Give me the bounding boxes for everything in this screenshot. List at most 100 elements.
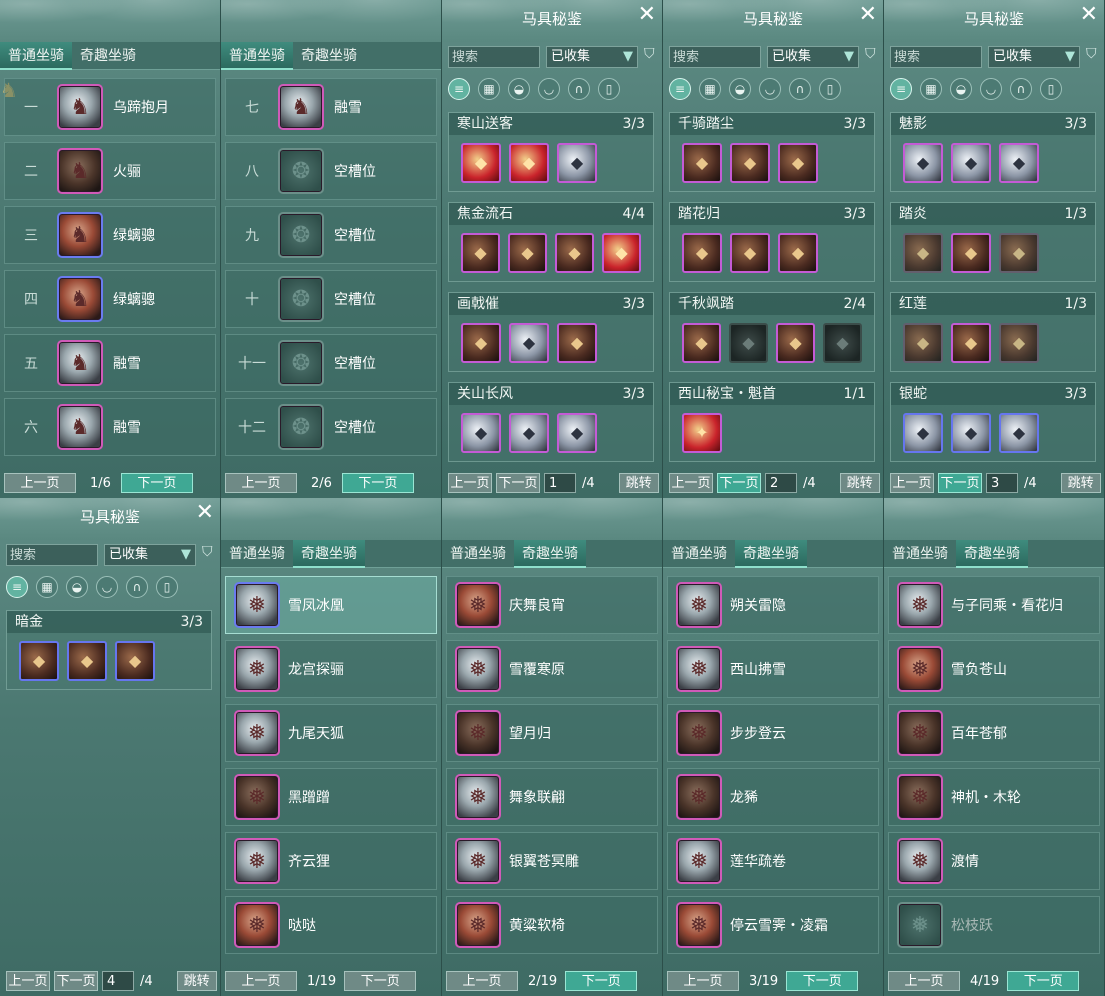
saddle-icon[interactable]: ◒ — [950, 78, 972, 100]
set-item-icon[interactable]: ◆ — [903, 233, 943, 273]
close-icon[interactable]: ✕ — [196, 502, 214, 524]
mount-slot[interactable]: 三 ♞ 绿螭骢 — [4, 206, 216, 264]
mount-slot[interactable]: 四 ♞ 绿螭骢 — [4, 270, 216, 328]
equipment-set[interactable]: 千秋飒踏 2/4 ◆ ◆ ◆ ◆ — [669, 292, 875, 372]
equipment-set[interactable]: 千骑踏尘 3/3 ◆ ◆ ◆ — [669, 112, 875, 192]
equipment-set[interactable]: 画戟催 3/3 ◆ ◆ ◆ — [448, 292, 654, 372]
tab-normal-mounts[interactable]: 普通坐骑 — [442, 540, 514, 568]
next-page-button[interactable]: 下一页 — [344, 971, 417, 991]
tab-fun-mounts[interactable]: 奇趣坐骑 — [514, 540, 586, 568]
scroll-icon[interactable]: ▯ — [819, 78, 841, 100]
fun-mount-slot[interactable]: ❅ 雪负苍山 — [888, 640, 1100, 698]
equipment-set[interactable]: 魅影 3/3 ◆ ◆ ◆ — [890, 112, 1096, 192]
mount-slot[interactable]: 十二 ❂ 空槽位 — [225, 398, 437, 456]
saddle-icon[interactable]: ◒ — [66, 576, 88, 598]
fun-mount-slot[interactable]: ❅ 黄粱软椅 — [446, 896, 658, 954]
filter-icon[interactable]: ⛉ — [1086, 46, 1097, 62]
armor-icon[interactable]: ◡ — [980, 78, 1002, 100]
fun-mount-slot[interactable]: ❅ 雪凤冰凰 — [225, 576, 437, 634]
set-item-icon[interactable]: ◆ — [778, 233, 818, 273]
set-item-icon[interactable]: ◆ — [509, 323, 549, 363]
fun-mount-slot[interactable]: ❅ 舞象联翩 — [446, 768, 658, 826]
scroll-icon[interactable]: ▯ — [156, 576, 178, 598]
set-item-icon[interactable]: ◆ — [951, 413, 991, 453]
set-item-icon[interactable]: ◆ — [776, 323, 815, 363]
prev-page-button[interactable]: 上一页 — [225, 971, 297, 991]
fun-mount-slot[interactable]: ❅ 黑蹭蹭 — [225, 768, 437, 826]
mount-slot[interactable]: 七 ♞ 融雪 — [225, 78, 437, 136]
fun-mount-slot[interactable]: ❅ 渡情 — [888, 832, 1100, 890]
scroll-icon[interactable]: ▯ — [598, 78, 620, 100]
set-item-icon[interactable]: ◆ — [682, 143, 722, 183]
set-item-icon[interactable]: ◆ — [778, 143, 818, 183]
close-icon[interactable]: ✕ — [1080, 4, 1098, 26]
tab-fun-mounts[interactable]: 奇趣坐骑 — [293, 540, 365, 568]
mount-slot[interactable]: 十 ❂ 空槽位 — [225, 270, 437, 328]
prev-page-button[interactable]: 上一页 — [446, 971, 518, 991]
set-item-icon[interactable]: ◆ — [461, 233, 500, 273]
fun-mount-slot[interactable]: ❅ 与子同乘・看花归 — [888, 576, 1100, 634]
list-icon[interactable]: ≡ — [669, 78, 691, 100]
collection-filter-select[interactable]: 已收集 ▼ — [546, 46, 638, 68]
fun-mount-slot[interactable]: ❅ 步步登云 — [667, 704, 879, 762]
set-item-icon[interactable]: ◆ — [730, 143, 770, 183]
fun-mount-slot[interactable]: ❅ 百年苍郁 — [888, 704, 1100, 762]
mount-slot[interactable]: 九 ❂ 空槽位 — [225, 206, 437, 264]
fun-mount-slot[interactable]: ❅ 莲华疏卷 — [667, 832, 879, 890]
list-icon[interactable]: ≡ — [448, 78, 470, 100]
next-page-button[interactable]: 下一页 — [1007, 971, 1080, 991]
jump-button[interactable]: 跳转 — [618, 473, 659, 493]
grid-icon[interactable]: ▦ — [36, 576, 58, 598]
set-item-icon[interactable]: ◆ — [555, 233, 594, 273]
tab-fun-mounts[interactable]: 奇趣坐骑 — [735, 540, 807, 568]
next-page-button[interactable]: 下一页 — [938, 473, 982, 493]
prev-page-button[interactable]: 上一页 — [888, 971, 960, 991]
jump-button[interactable]: 跳转 — [176, 971, 217, 991]
set-item-icon[interactable]: ◆ — [999, 413, 1039, 453]
tab-normal-mounts[interactable]: 普通坐骑 — [884, 540, 956, 568]
page-number-input[interactable] — [544, 473, 576, 493]
equipment-set[interactable]: 银蛇 3/3 ◆ ◆ ◆ — [890, 382, 1096, 462]
set-item-icon[interactable]: ◆ — [951, 143, 991, 183]
set-item-icon[interactable]: ◆ — [999, 143, 1039, 183]
prev-page-button[interactable]: 上一页 — [4, 473, 76, 493]
set-item-icon[interactable]: ◆ — [461, 323, 501, 363]
next-page-button[interactable]: 下一页 — [341, 473, 414, 493]
set-item-icon[interactable]: ◆ — [461, 413, 501, 453]
next-page-button[interactable]: 下一页 — [786, 971, 859, 991]
next-page-button[interactable]: 下一页 — [717, 473, 761, 493]
tab-fun-mounts[interactable]: 奇趣坐骑 — [293, 42, 365, 70]
jump-button[interactable]: 跳转 — [839, 473, 880, 493]
jump-button[interactable]: 跳转 — [1060, 473, 1101, 493]
set-item-icon[interactable]: ◆ — [999, 323, 1039, 363]
search-input[interactable] — [669, 46, 761, 68]
filter-icon[interactable]: ⛉ — [644, 46, 655, 62]
equipment-set[interactable]: 焦金流石 4/4 ◆ ◆ ◆ ◆ — [448, 202, 654, 282]
equipment-set[interactable]: 关山长风 3/3 ◆ ◆ ◆ — [448, 382, 654, 462]
fun-mount-slot[interactable]: ❅ 松枝跃 — [888, 896, 1100, 954]
set-item-icon[interactable]: ◆ — [730, 233, 770, 273]
mount-slot[interactable]: 五 ♞ 融雪 — [4, 334, 216, 392]
equipment-set[interactable]: 寒山送客 3/3 ◆ ◆ ◆ — [448, 112, 654, 192]
next-page-button[interactable]: 下一页 — [496, 473, 540, 493]
search-input[interactable] — [448, 46, 540, 68]
set-item-icon[interactable]: ◆ — [999, 233, 1039, 273]
equipment-set[interactable]: 西山秘宝・魁首 1/1 ✦ — [669, 382, 875, 462]
filter-icon[interactable]: ⛉ — [202, 544, 213, 560]
fun-mount-slot[interactable]: ❅ 朔关雷隐 — [667, 576, 879, 634]
list-icon[interactable]: ≡ — [890, 78, 912, 100]
horseshoe-icon[interactable]: ∩ — [789, 78, 811, 100]
set-item-icon[interactable]: ◆ — [602, 233, 641, 273]
set-item-icon[interactable]: ✦ — [682, 413, 722, 453]
mount-slot[interactable]: 八 ❂ 空槽位 — [225, 142, 437, 200]
grid-icon[interactable]: ▦ — [699, 78, 721, 100]
set-item-icon[interactable]: ◆ — [823, 323, 862, 363]
equipment-set[interactable]: 踏花归 3/3 ◆ ◆ ◆ — [669, 202, 875, 282]
fun-mount-slot[interactable]: ❅ 九尾天狐 — [225, 704, 437, 762]
mount-slot[interactable]: 一 ♞ 乌蹄抱月 — [4, 78, 216, 136]
set-item-icon[interactable]: ◆ — [682, 233, 722, 273]
collection-filter-select[interactable]: 已收集 ▼ — [104, 544, 196, 566]
set-item-icon[interactable]: ◆ — [67, 641, 107, 681]
page-number-input[interactable] — [765, 473, 797, 493]
prev-page-button[interactable]: 上一页 — [6, 971, 50, 991]
